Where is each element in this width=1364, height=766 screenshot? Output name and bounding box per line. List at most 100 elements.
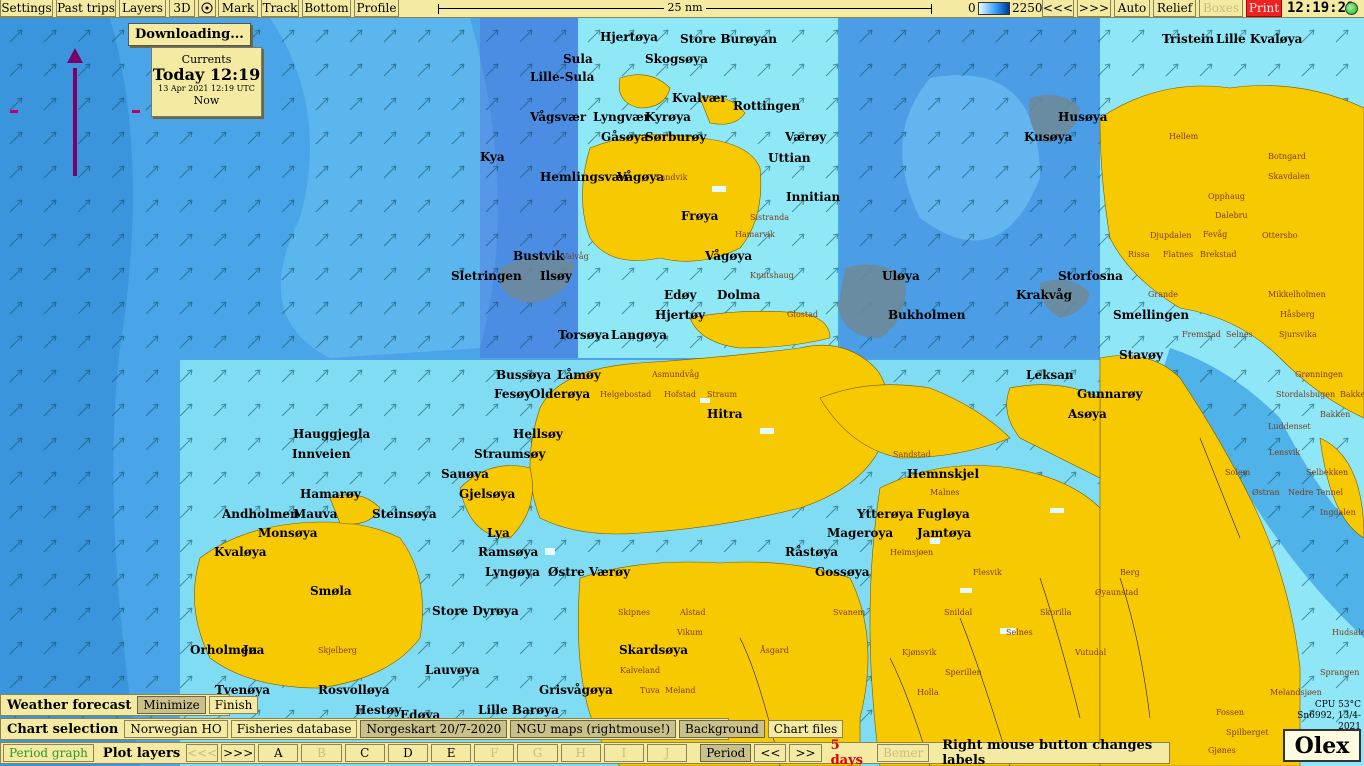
place-label: Edøy bbox=[664, 288, 697, 302]
chart-norgeskart-button[interactable]: Norgeskart 20/7-2020 bbox=[360, 720, 508, 738]
place-label: Leksan bbox=[1026, 368, 1074, 382]
relief-button[interactable]: Relief bbox=[1153, 0, 1196, 17]
zoom-in-button[interactable]: >>> bbox=[1077, 0, 1111, 17]
place-label: Mauva bbox=[293, 507, 338, 521]
place-label: Råstøya bbox=[785, 545, 839, 559]
place-label: Fugløya bbox=[917, 507, 970, 521]
place-label: Rottingen bbox=[733, 99, 801, 113]
place-label: Gjønes bbox=[1208, 746, 1236, 755]
place-label: Straumsøy bbox=[474, 447, 546, 461]
zoom-out-button[interactable]: <<< bbox=[1042, 0, 1074, 17]
place-label: Lille Barøya bbox=[478, 703, 559, 717]
depth-color-scale[interactable] bbox=[978, 2, 1010, 15]
currents-info-box[interactable]: Currents Today 12:19 13 Apr 2021 12:19 U… bbox=[151, 47, 262, 117]
place-label: Botngard bbox=[1268, 152, 1306, 161]
plot-layers-next-button[interactable]: >>> bbox=[221, 744, 256, 762]
place-label: Monsøya bbox=[258, 526, 318, 540]
place-label: Uløya bbox=[882, 269, 920, 283]
place-label: Snildal bbox=[944, 608, 973, 617]
place-label: Fossen bbox=[1216, 708, 1245, 717]
layer-h-button[interactable]: H bbox=[560, 744, 601, 762]
mark-target-icon[interactable] bbox=[198, 0, 216, 17]
remember-button[interactable]: Bemer bbox=[877, 744, 930, 762]
depth-min-label: 0 bbox=[968, 1, 976, 15]
layer-d-button[interactable]: D bbox=[387, 744, 429, 762]
place-label: Sauøya bbox=[441, 467, 489, 481]
chart-ngu-maps-button[interactable]: NGU maps (rightmouse!) bbox=[510, 720, 677, 738]
place-label: Grønningen bbox=[1295, 370, 1344, 379]
place-label: Kjønsvik bbox=[902, 648, 937, 657]
place-label: Hamarøy bbox=[300, 487, 361, 501]
past-trips-button[interactable]: Past trips bbox=[56, 0, 116, 17]
place-label: Helgebostad bbox=[600, 390, 652, 399]
place-label: Djupdalen bbox=[1150, 231, 1192, 240]
layers-button[interactable]: Layers bbox=[119, 0, 166, 17]
plot-layers-panel: Period graph Plot layers <<< >>> A B C D… bbox=[0, 738, 1170, 766]
plot-layers-title: Plot layers bbox=[102, 745, 181, 761]
layer-i-button[interactable]: I bbox=[603, 744, 645, 762]
chart-fisheries-database-button[interactable]: Fisheries database bbox=[230, 720, 358, 738]
period-forward-button[interactable]: >> bbox=[789, 744, 822, 762]
plot-layers-prev-button[interactable]: <<< bbox=[186, 744, 219, 762]
place-label: Skardsøya bbox=[619, 643, 688, 657]
place-label: Ytterøya bbox=[857, 507, 914, 521]
place-label: Værøy bbox=[785, 130, 827, 144]
layer-c-button[interactable]: C bbox=[344, 744, 385, 762]
settings-button[interactable]: Settings bbox=[0, 0, 53, 17]
place-label: Ingdalen bbox=[1320, 508, 1356, 517]
chart-view[interactable]: Hjertøya Store Burøyan Skogsøya Sula Lil… bbox=[0, 18, 1364, 766]
print-button[interactable]: Print bbox=[1246, 0, 1282, 17]
place-label: Hemnskjel bbox=[907, 467, 979, 481]
place-label: Sørburøy bbox=[645, 130, 707, 144]
place-label: Skogsøya bbox=[645, 52, 708, 66]
place-label: Husøya bbox=[1058, 110, 1108, 124]
place-label: Tristein bbox=[1162, 32, 1215, 46]
place-label: Skipnes bbox=[618, 608, 650, 617]
profile-button[interactable]: Profile bbox=[354, 0, 399, 17]
place-label: Valvåg bbox=[562, 252, 589, 261]
place-label: Kyrøya bbox=[645, 110, 691, 124]
layer-a-button[interactable]: A bbox=[258, 744, 299, 762]
3d-button[interactable]: 3D bbox=[169, 0, 195, 17]
weather-forecast-panel: Weather forecast Minimize Finish bbox=[0, 694, 259, 716]
layer-j-button[interactable]: J bbox=[647, 744, 688, 762]
place-label: Skjelberg bbox=[318, 646, 357, 655]
place-label: Hestøy bbox=[355, 703, 402, 717]
place-label: Holla bbox=[917, 688, 939, 697]
period-back-button[interactable]: << bbox=[754, 744, 787, 762]
place-label: Gossøya bbox=[815, 565, 870, 579]
chart-files-button[interactable]: Chart files bbox=[767, 720, 844, 738]
layer-b-button[interactable]: B bbox=[301, 744, 342, 762]
place-label: Østre Værøy bbox=[548, 565, 631, 579]
place-label: Steinsøya bbox=[372, 507, 437, 521]
track-button[interactable]: Track bbox=[261, 0, 299, 17]
chart-background-button[interactable]: Background bbox=[679, 720, 765, 738]
chart-norwegian-ho-button[interactable]: Norwegian HO bbox=[124, 720, 228, 738]
place-label: Stavøy bbox=[1119, 348, 1163, 362]
place-label: Kya bbox=[480, 150, 505, 164]
finish-button[interactable]: Finish bbox=[208, 696, 259, 714]
layer-e-button[interactable]: E bbox=[431, 744, 472, 762]
period-graph-button[interactable]: Period graph bbox=[3, 744, 94, 762]
place-label: Kalveland bbox=[620, 666, 661, 675]
bottom-button[interactable]: Bottom bbox=[302, 0, 351, 17]
minimize-button[interactable]: Minimize bbox=[137, 696, 206, 714]
place-label: Luddenset bbox=[1268, 422, 1311, 431]
place-label: Håsberg bbox=[1280, 310, 1315, 319]
place-label: Øyaunstad bbox=[1095, 588, 1139, 597]
place-label: Selbekken bbox=[1306, 468, 1349, 477]
place-label: Ramsøya bbox=[478, 545, 539, 559]
place-label: Ilsøy bbox=[540, 269, 572, 283]
mark-button[interactable]: Mark bbox=[218, 0, 258, 17]
place-label: Sula bbox=[563, 52, 593, 66]
depth-max-label: 2250 bbox=[1012, 1, 1043, 15]
place-label: Grisvågøya bbox=[539, 683, 613, 697]
place-label: Vikum bbox=[677, 628, 703, 637]
period-button[interactable]: Period bbox=[700, 744, 752, 762]
auto-button[interactable]: Auto bbox=[1114, 0, 1150, 17]
layer-g-button[interactable]: G bbox=[517, 744, 558, 762]
boxes-button[interactable]: Boxes bbox=[1199, 0, 1243, 17]
place-label: Låmøy bbox=[557, 368, 601, 382]
place-label: Sistranda bbox=[750, 213, 789, 222]
layer-f-button[interactable]: F bbox=[474, 744, 515, 762]
